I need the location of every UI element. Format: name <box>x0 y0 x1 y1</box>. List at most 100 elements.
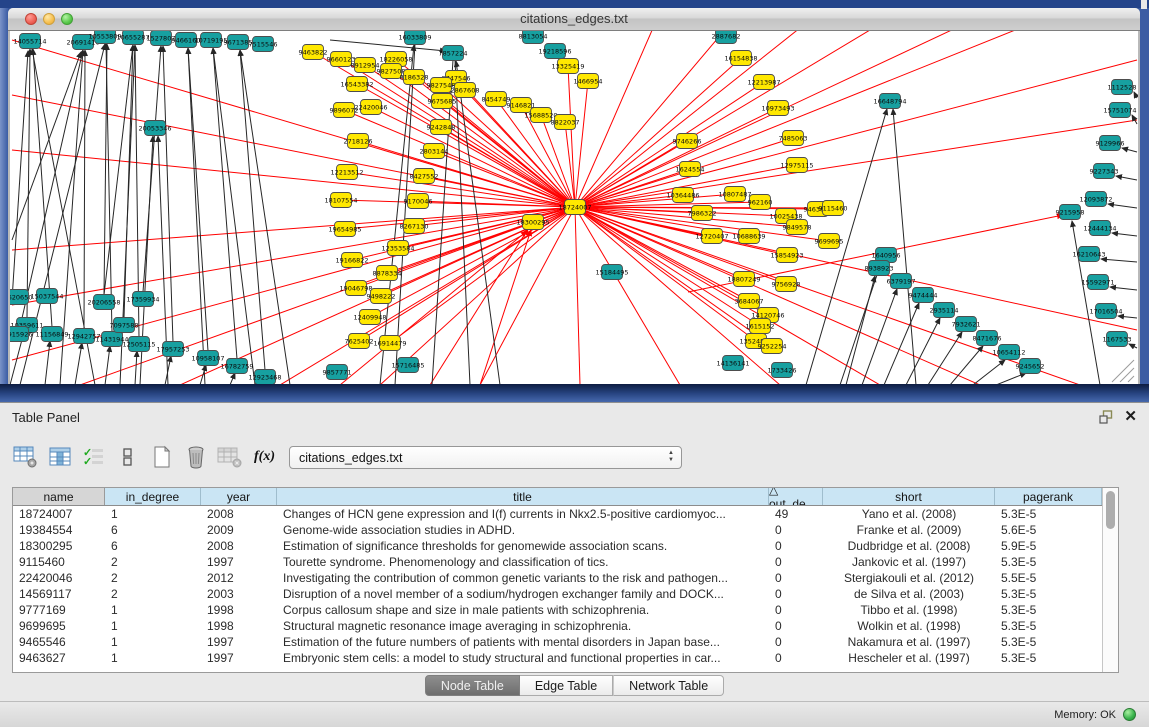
graph-node[interactable]: 3684067 <box>735 294 764 309</box>
graph-node[interactable]: 17359934 <box>126 292 159 307</box>
table-row[interactable]: 969969511998Structural magnetic resonanc… <box>13 618 1102 634</box>
graph-node[interactable]: 2803144 <box>420 144 449 159</box>
graph-node[interactable]: 16543382 <box>340 77 373 92</box>
graph-node[interactable]: 8938923 <box>865 261 894 276</box>
close-panel-icon[interactable]: ✕ <box>1124 407 1137 425</box>
graph-node[interactable]: 16782759 <box>220 359 253 374</box>
graph-node[interactable]: 14055714 <box>13 34 46 49</box>
graph-node[interactable]: 16033809 <box>398 31 431 45</box>
table-row[interactable]: 1872400712008Changes of HCN gene express… <box>13 506 1102 522</box>
table-row[interactable]: 977716911998Corpus callosum shape and si… <box>13 602 1102 618</box>
graph-node[interactable]: 10807487 <box>718 187 751 202</box>
window-titlebar[interactable]: citations_edges.txt <box>8 8 1140 31</box>
graph-node[interactable]: 2718126 <box>344 134 373 149</box>
graph-node[interactable]: 962160 <box>748 195 773 210</box>
graph-node[interactable]: 9115460 <box>819 201 848 216</box>
graph-node[interactable]: 8878334 <box>373 266 402 281</box>
table-row[interactable]: 1830029562008Estimation of significance … <box>13 538 1102 554</box>
graph-node[interactable]: 7097588 <box>110 318 139 333</box>
float-panel-icon[interactable] <box>1099 410 1115 424</box>
citation-network-graph[interactable]: 1872400718300295946382296601238912954182… <box>10 31 1138 384</box>
graph-node[interactable]: 10655287 <box>116 31 149 45</box>
graph-node[interactable]: 9252254 <box>758 339 787 354</box>
graph-node[interactable]: 9746266 <box>673 134 702 149</box>
graph-node[interactable]: 8427552 <box>410 169 439 184</box>
graph-node[interactable]: 8813054 <box>519 31 548 44</box>
graph-node[interactable]: 19218596 <box>538 44 571 59</box>
column-header-pagerank[interactable]: pagerank <box>995 488 1102 505</box>
graph-node[interactable]: 15854923 <box>770 248 803 263</box>
tab-edge-table[interactable]: Edge Table <box>520 675 613 696</box>
function-builder-icon[interactable]: f(x) <box>254 449 275 465</box>
memory-status-indicator[interactable] <box>1123 708 1136 721</box>
graph-node[interactable]: 6379197 <box>887 274 916 289</box>
graph-node[interactable]: 1733426 <box>768 363 797 378</box>
graph-node[interactable]: 19166822 <box>335 253 368 268</box>
graph-node[interactable]: 7932621 <box>952 317 981 332</box>
graph-node[interactable]: 1167533 <box>1103 332 1132 347</box>
scrollbar-thumb[interactable] <box>1106 491 1115 529</box>
table-row[interactable]: 946554611997Estimation of the future num… <box>13 634 1102 650</box>
graph-node[interactable]: 1624554 <box>676 162 705 177</box>
graph-node[interactable]: 9463822 <box>299 45 328 60</box>
table-row[interactable]: 911546021997Tourette syndrome. Phenomeno… <box>13 554 1102 570</box>
new-column-icon[interactable] <box>148 444 176 470</box>
network-view-canvas[interactable]: 1872400718300295946382296601238912954182… <box>10 31 1138 384</box>
table-row[interactable]: 946362711997Embryonic stem cells: a mode… <box>13 650 1102 666</box>
graph-node[interactable]: 7986322 <box>688 206 717 221</box>
graph-node[interactable]: 7515546 <box>249 37 278 52</box>
graph-node[interactable]: 1112528 <box>1108 80 1137 95</box>
graph-node[interactable]: 9170046 <box>404 194 433 209</box>
graph-node[interactable]: 2935114 <box>930 303 959 318</box>
column-header-short[interactable]: short <box>823 488 995 505</box>
graph-node[interactable]: 9245652 <box>1016 359 1045 374</box>
graph-node[interactable]: 9227343 <box>1090 164 1119 179</box>
graph-node[interactable]: 10654112 <box>992 345 1025 360</box>
graph-node[interactable]: 7857224 <box>439 46 468 61</box>
table-mode-icon[interactable] <box>12 444 40 470</box>
graph-node[interactable]: 9896072 <box>330 103 359 118</box>
graph-node[interactable]: 12975115 <box>780 158 813 173</box>
column-header-title[interactable]: title <box>277 488 769 505</box>
graph-node[interactable]: 12213987 <box>747 75 780 90</box>
graph-node[interactable]: 13325419 <box>551 59 584 74</box>
column-header-name[interactable]: name <box>13 488 105 505</box>
delete-column-icon[interactable] <box>182 444 210 470</box>
graph-node[interactable]: 1466954 <box>574 74 603 89</box>
column-header-year[interactable]: year <box>201 488 277 505</box>
graph-node[interactable]: 12093872 <box>1079 192 1112 207</box>
graph-node[interactable]: 1615152 <box>746 319 775 334</box>
tab-node-table[interactable]: Node Table <box>425 675 520 696</box>
graph-node[interactable]: 16210643 <box>1072 247 1105 262</box>
row-layout-icon[interactable] <box>114 444 142 470</box>
graph-node[interactable]: 8912954 <box>351 58 380 73</box>
graph-node[interactable]: 7625402 <box>345 334 374 349</box>
graph-node[interactable]: 9215958 <box>1056 205 1085 220</box>
column-header-in_degree[interactable]: in_degree <box>105 488 201 505</box>
graph-node[interactable]: 8267130 <box>400 219 429 234</box>
graph-node[interactable]: 16648794 <box>873 94 906 109</box>
graph-node[interactable]: 12409948 <box>353 310 386 325</box>
graph-node[interactable]: 12353584 <box>381 241 414 256</box>
graph-node[interactable]: 8822037 <box>551 115 580 130</box>
graph-node[interactable]: 17016504 <box>1089 304 1122 319</box>
tab-network-table[interactable]: Network Table <box>613 675 724 696</box>
graph-node[interactable]: 17957253 <box>156 342 189 357</box>
graph-node[interactable]: 18107554 <box>324 193 357 208</box>
graph-node[interactable]: 2887682 <box>712 31 741 44</box>
graph-node[interactable]: 9756928 <box>772 277 801 292</box>
graph-node[interactable]: 2867608 <box>451 83 480 98</box>
graph-node[interactable]: 7485063 <box>779 131 808 146</box>
select-rows-icon[interactable]: ✓ ✓ <box>80 444 108 470</box>
table-row[interactable]: 1456911722003Disruption of a novel membe… <box>13 586 1102 602</box>
graph-node[interactable]: 20206558 <box>87 295 120 310</box>
graph-node[interactable]: 10364486 <box>666 188 699 203</box>
graph-node[interactable]: 10688639 <box>732 229 765 244</box>
resize-grip-icon[interactable] <box>1112 360 1134 382</box>
graph-node[interactable]: 16914479 <box>373 336 406 351</box>
column-header-out_de[interactable]: △ out_de... <box>769 488 823 505</box>
graph-node[interactable]: 20053346 <box>138 121 171 136</box>
graph-node[interactable]: 9474444 <box>909 288 938 303</box>
graph-node[interactable]: 9857771 <box>323 365 352 380</box>
graph-node[interactable]: 9129966 <box>1096 136 1125 151</box>
